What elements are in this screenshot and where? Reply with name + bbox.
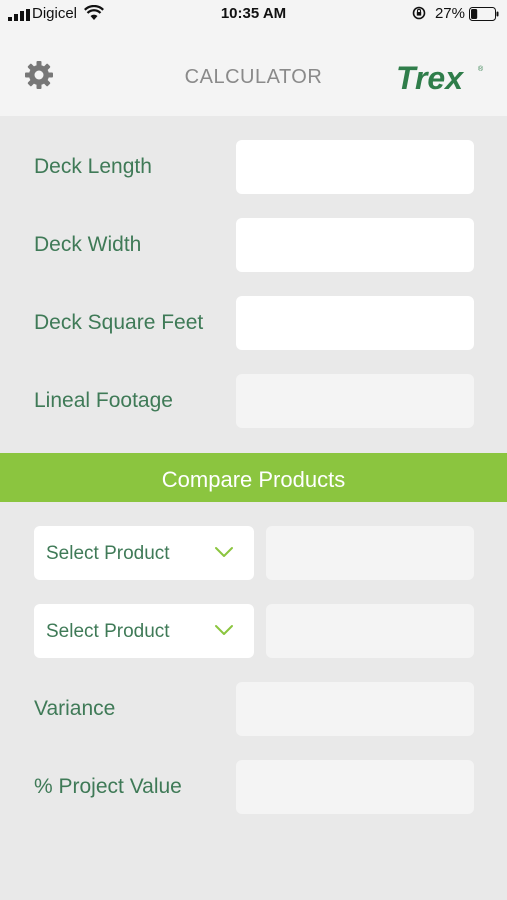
lineal-footage-field [236,374,474,428]
chevron-down-icon [215,625,233,635]
product-select-1[interactable]: Select Product [34,526,254,580]
project-value-label: % Project Value [34,775,182,798]
clock: 10:35 AM [220,5,287,22]
deck-width-label: Deck Width [34,233,142,256]
product-2-result-field [266,604,474,658]
project-value-field [236,760,474,814]
trex-logo: Trex ® [396,60,484,95]
compare-products-title: Compare Products [161,467,346,492]
deck-length-label: Deck Length [34,155,152,178]
battery-percent: 27% [434,5,465,22]
product-select-2-label: Select Product [46,621,170,642]
product-1-result-field [266,526,474,580]
product-select-2[interactable]: Select Product [34,604,254,658]
variance-field [236,682,474,736]
product-select-1-label: Select Product [46,543,170,564]
rotation-lock-icon [412,6,426,20]
battery-icon [469,7,499,21]
nav-bar: CALCULATOR Trex ® [0,30,507,116]
logo-text: Trex [396,60,464,95]
deck-length-input[interactable] [236,140,474,194]
deck-width-input[interactable] [236,218,474,272]
compare-products-banner: Compare Products [0,453,507,502]
chevron-down-icon [215,547,233,557]
deck-square-feet-label: Deck Square Feet [34,311,204,334]
lineal-footage-label: Lineal Footage [34,389,173,412]
deck-square-feet-input[interactable] [236,296,474,350]
status-bar: Digicel 10:35 AM 27% [0,0,507,30]
svg-text:®: ® [478,65,484,73]
variance-label: Variance [34,697,116,720]
